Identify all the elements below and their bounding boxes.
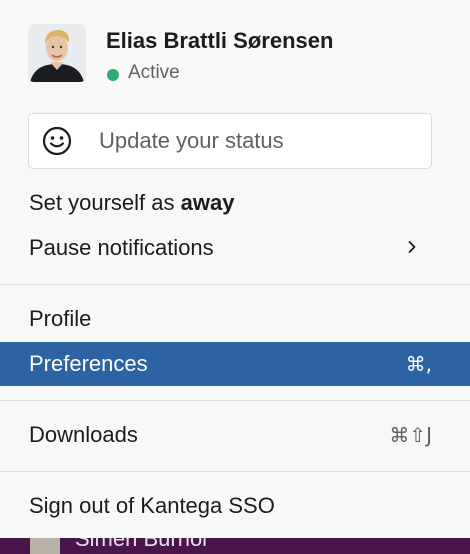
sign-out-item[interactable]: Sign out of Kantega SSO — [0, 484, 470, 528]
profile-header[interactable]: Elias Brattli Sørensen Active — [28, 24, 448, 84]
pause-notifications-label: Pause notifications — [29, 235, 214, 260]
sign-out-label: Sign out of Kantega SSO — [29, 493, 275, 518]
downloads-shortcut: ⌘⇧J — [389, 423, 432, 447]
preferences-label: Preferences — [29, 351, 148, 376]
status-placeholder: Update your status — [99, 128, 284, 153]
user-menu: Elias Brattli Sørensen Active Update you… — [0, 0, 470, 538]
downloads-item[interactable]: Downloads ⌘⇧J — [0, 413, 470, 457]
pause-notifications-item[interactable]: Pause notifications — [0, 226, 470, 270]
presence-status: Active — [128, 62, 180, 83]
presence-indicator — [107, 69, 119, 81]
smiley-icon[interactable] — [42, 126, 72, 156]
avatar[interactable] — [28, 24, 86, 82]
avatar — [30, 538, 60, 554]
user-name: Elias Brattli Sørensen — [106, 28, 334, 53]
profile-label: Profile — [29, 306, 92, 331]
background-dm-item[interactable]: Simen Burhol — [30, 538, 230, 554]
menu-divider — [0, 400, 470, 401]
menu-divider — [0, 284, 470, 285]
background-dm-name: Simen Burhol — [75, 538, 208, 551]
set-away-item[interactable]: Set yourself as away — [0, 181, 470, 225]
preferences-shortcut: ⌘, — [405, 352, 432, 376]
menu-divider — [0, 471, 470, 472]
downloads-label: Downloads — [29, 422, 138, 447]
update-status-input[interactable]: Update your status — [28, 113, 432, 169]
set-away-label: Set yourself as away — [29, 190, 235, 215]
preferences-item[interactable]: Preferences ⌘, — [0, 342, 470, 386]
profile-item[interactable]: Profile — [0, 297, 470, 341]
chevron-right-icon — [408, 241, 416, 253]
